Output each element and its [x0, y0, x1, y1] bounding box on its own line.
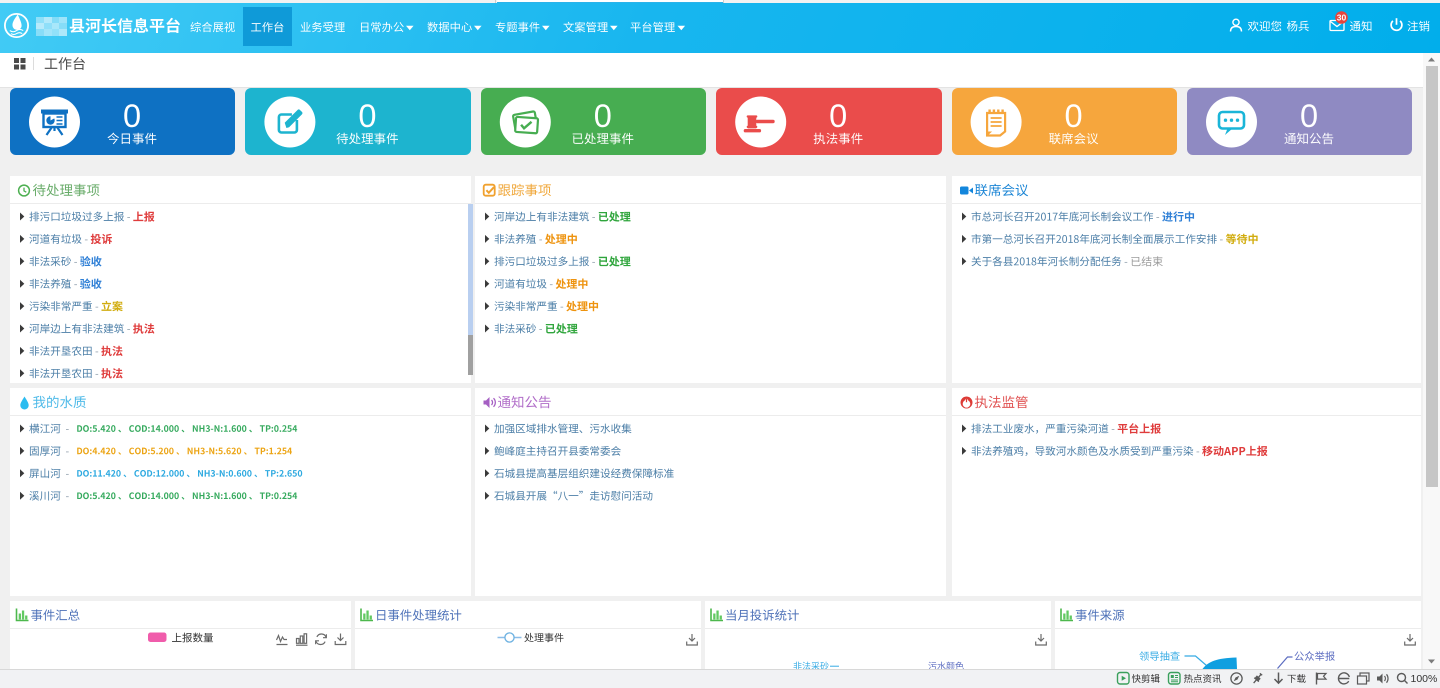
svg-text:100%: 100% — [1411, 673, 1438, 685]
